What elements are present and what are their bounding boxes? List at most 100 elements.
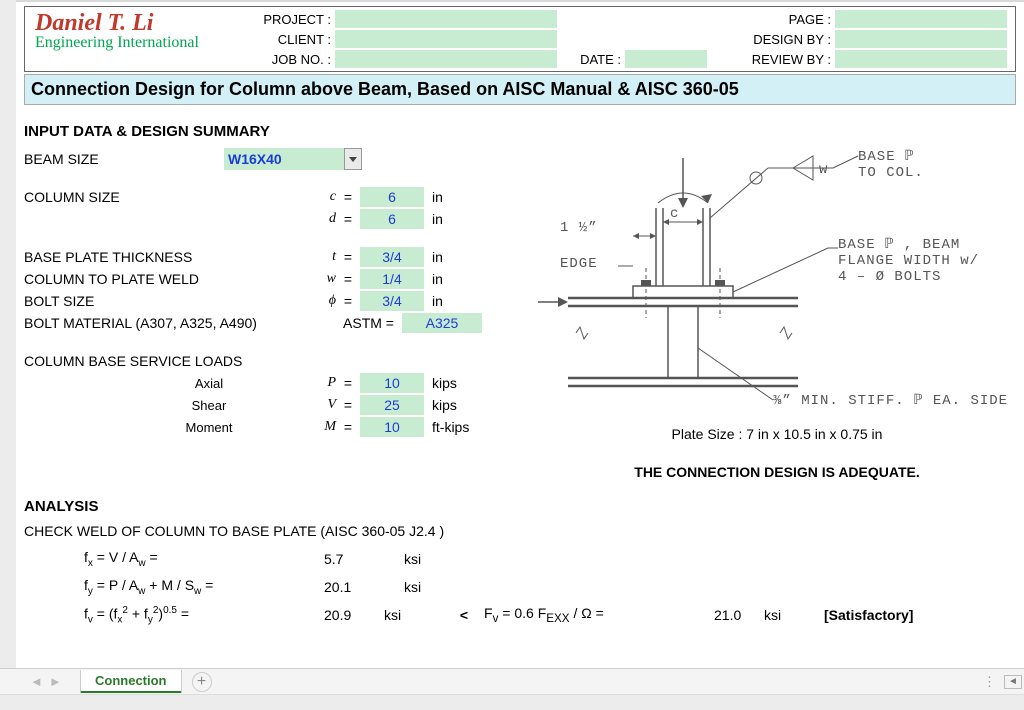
sym-t: t — [304, 249, 336, 265]
field-client[interactable] — [335, 30, 557, 48]
field-page[interactable] — [835, 10, 1007, 28]
formula-fv: fv = (fx2 + fy2)0.5 = — [24, 605, 324, 625]
input-w[interactable]: 1/4 — [360, 269, 424, 289]
label-shear: Shear — [164, 398, 254, 413]
diag-text-edge: EDGE — [560, 256, 598, 272]
section-input-title: INPUT DATA & DESIGN SUMMARY — [24, 123, 1016, 140]
label-axial: Axial — [164, 376, 254, 391]
value-fx: 5.7 — [324, 551, 404, 567]
diag-text-stiff: ⅜” MIN. STIFF. ℙ EA. SIDE — [773, 392, 1008, 409]
adequate-result: THE CONNECTION DESIGN IS ADEQUATE. — [538, 464, 1016, 480]
label-moment: Moment — [164, 420, 254, 435]
diag-text-onehalf: 1 ½” — [560, 220, 598, 236]
unit-fv: ksi — [384, 607, 444, 623]
input-P[interactable]: 10 — [360, 373, 424, 393]
sym-M: M — [304, 419, 336, 435]
label-reviewby: REVIEW BY : — [715, 52, 835, 67]
unit-Fv: ksi — [764, 607, 824, 623]
label-service-loads: COLUMN BASE SERVICE LOADS — [24, 353, 324, 369]
input-V[interactable]: 25 — [360, 395, 424, 415]
sym-V: V — [304, 397, 336, 413]
value-Fv: 21.0 — [714, 607, 764, 623]
sheet-tabs-bar: ◄ ► Connection + ⋮ ◄ — [0, 668, 1024, 694]
logo-subtitle: Engineering International — [35, 34, 225, 52]
compare-symbol: < — [444, 607, 484, 623]
value-fy: 20.1 — [324, 579, 404, 595]
formula-fx: fx = V / Aw = — [24, 549, 324, 569]
unit-P: kips — [424, 375, 457, 391]
input-d[interactable]: 6 — [360, 209, 424, 229]
label-weld: COLUMN TO PLATE WELD — [24, 271, 304, 287]
label-astm: ASTM = — [324, 315, 394, 331]
meta-mid: DATE : — [565, 7, 715, 71]
diag-text-c: c — [670, 206, 679, 222]
beam-size-value: W16X40 — [224, 148, 344, 170]
field-jobno[interactable] — [335, 50, 557, 68]
unit-V: kips — [424, 397, 457, 413]
unit-w: in — [424, 271, 443, 287]
diagram-column: BASE ℙ TO COL. w 1 ½” c EDGE BASE ℙ , BE… — [538, 148, 1016, 480]
status-satisfactory: [Satisfactory] — [824, 607, 913, 623]
field-designby[interactable] — [835, 30, 1007, 48]
input-phi[interactable]: 3/4 — [360, 291, 424, 311]
check-weld-title: CHECK WELD OF COLUMN TO BASE PLATE (AISC… — [24, 523, 1016, 539]
unit-phi: in — [424, 293, 443, 309]
field-date[interactable] — [625, 50, 707, 68]
label-client: CLIENT : — [235, 32, 335, 47]
input-c[interactable]: 6 — [360, 187, 424, 207]
unit-fy: ksi — [404, 579, 464, 595]
label-beam-size: BEAM SIZE — [24, 151, 224, 167]
tab-next-icon[interactable]: ► — [49, 674, 62, 689]
label-column-size: COLUMN SIZE — [24, 189, 224, 205]
scroll-left-icon[interactable]: ◄ — [1004, 675, 1022, 689]
input-bolt-material[interactable]: A325 — [402, 313, 482, 333]
workbook: Daniel T. Li Engineering International P… — [0, 0, 1024, 710]
value-fv: 20.9 — [324, 607, 384, 623]
doc-title: Connection Design for Column above Beam,… — [24, 74, 1016, 105]
formula-Fv: Fv = 0.6 FEXX / Ω = — [484, 605, 714, 625]
section-analysis-title: ANALYSIS — [24, 498, 1016, 515]
input-t[interactable]: 3/4 — [360, 247, 424, 267]
chevron-down-icon[interactable] — [344, 148, 362, 170]
label-bolt-size: BOLT SIZE — [24, 293, 304, 309]
diag-text-w: w — [819, 162, 828, 178]
logo: Daniel T. Li Engineering International — [25, 7, 235, 71]
diag-text-base-to-col: BASE ℙ TO COL. — [858, 148, 924, 181]
diag-text-flange: BASE ℙ , BEAM FLANGE WIDTH w/ 4 – Ø BOLT… — [838, 236, 979, 285]
label-jobno: JOB NO. : — [235, 52, 335, 67]
unit-c: in — [424, 189, 443, 205]
label-plate-thickness: BASE PLATE THICKNESS — [24, 249, 304, 265]
label-project: PROJECT : — [235, 12, 335, 27]
input-column: BEAM SIZE W16X40 COLUMN SIZE c = 6 in — [24, 148, 534, 480]
plate-size-result: Plate Size : 7 in x 10.5 in x 0.75 in — [538, 426, 1016, 442]
label-date: DATE : — [565, 52, 625, 67]
meta-left: PROJECT : CLIENT : JOB NO. : — [235, 7, 565, 71]
sym-d: d — [304, 211, 336, 227]
logo-name: Daniel T. Li — [35, 11, 225, 36]
sheet-area: Daniel T. Li Engineering International P… — [0, 0, 1024, 668]
sym-phi: ϕ — [304, 293, 336, 309]
label-page: PAGE : — [715, 12, 835, 27]
tab-connection[interactable]: Connection — [80, 670, 182, 693]
tabs-nav[interactable]: ◄ ► — [30, 674, 80, 689]
sym-P: P — [304, 375, 336, 391]
input-M[interactable]: 10 — [360, 417, 424, 437]
tab-options-icon[interactable]: ⋮ — [983, 674, 998, 690]
tab-prev-icon[interactable]: ◄ — [30, 674, 43, 689]
sym-c: c — [304, 189, 336, 205]
unit-d: in — [424, 211, 443, 227]
sym-w: w — [304, 271, 336, 287]
beam-size-dropdown[interactable]: W16X40 — [224, 148, 344, 170]
horizontal-scrollbar[interactable] — [0, 694, 1024, 710]
formula-fy: fy = P / Aw + M / Sw = — [24, 577, 324, 597]
field-project[interactable] — [335, 10, 557, 28]
unit-fx: ksi — [404, 551, 464, 567]
add-sheet-button[interactable]: + — [192, 672, 212, 692]
label-designby: DESIGN BY : — [715, 32, 835, 47]
meta-right: PAGE : DESIGN BY : REVIEW BY : — [715, 7, 1015, 71]
doc-header: Daniel T. Li Engineering International P… — [24, 6, 1016, 72]
connection-diagram: BASE ℙ TO COL. w 1 ½” c EDGE BASE ℙ , BE… — [538, 148, 1008, 418]
unit-M: ft-kips — [424, 419, 469, 435]
label-bolt-material: BOLT MATERIAL (A307, A325, A490) — [24, 315, 324, 331]
field-reviewby[interactable] — [835, 50, 1007, 68]
